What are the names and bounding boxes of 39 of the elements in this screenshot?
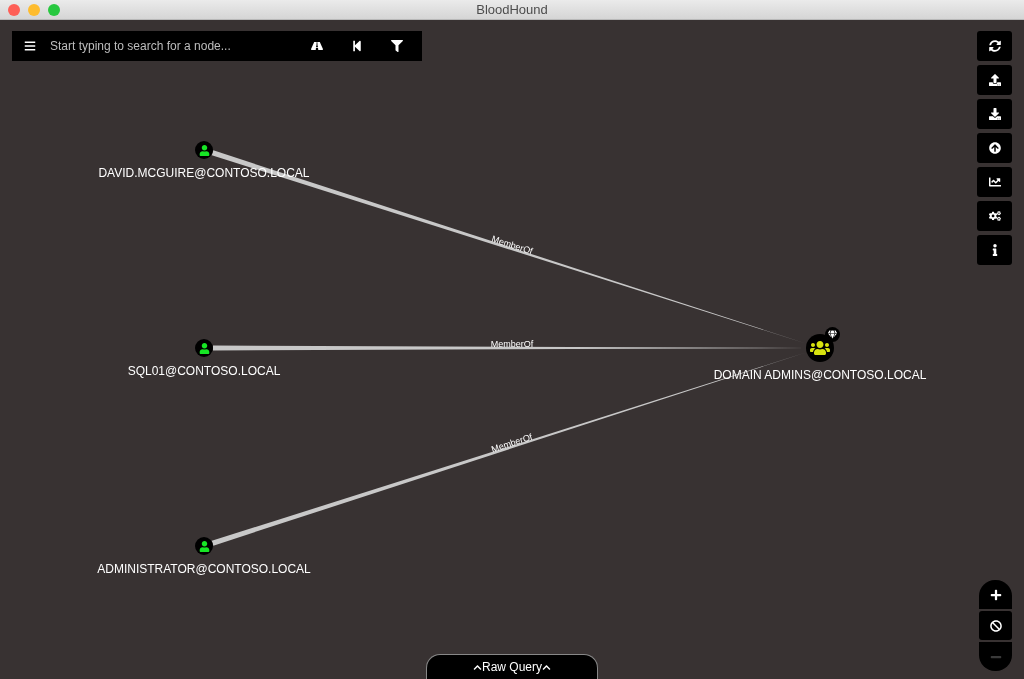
refresh-icon — [988, 40, 1001, 52]
road-icon[interactable] — [311, 40, 323, 52]
node-label: ADMINISTRATOR@CONTOSO.LOCAL — [97, 561, 311, 578]
node-label: SQL01@CONTOSO.LOCAL — [127, 363, 281, 380]
step-back-icon[interactable] — [351, 40, 363, 52]
settings-button[interactable] — [977, 201, 1012, 231]
download-icon — [988, 108, 1001, 120]
reset-zoom-button[interactable] — [979, 611, 1012, 640]
info-button[interactable] — [977, 235, 1012, 265]
user-node[interactable] — [195, 339, 213, 357]
user-icon — [198, 540, 210, 552]
node-label: DOMAIN ADMINS@CONTOSO.LOCAL — [713, 367, 927, 384]
window-title: BloodHound — [476, 0, 548, 19]
search-field[interactable]: Start typing to search for a node... — [50, 37, 290, 55]
menu-icon[interactable] — [24, 40, 36, 52]
reset-icon — [989, 619, 1002, 632]
user-node[interactable] — [195, 537, 213, 555]
import-button[interactable] — [977, 133, 1012, 163]
users-icon — [810, 338, 830, 358]
group-node[interactable] — [806, 334, 834, 362]
zoom-in-button[interactable] — [979, 580, 1012, 609]
upload-icon — [988, 74, 1001, 86]
caret-up-icon — [473, 662, 482, 672]
plus-icon — [989, 588, 1002, 601]
filter-icon[interactable] — [391, 40, 403, 52]
caret-up-icon — [542, 662, 551, 672]
user-icon — [198, 144, 210, 156]
raw-query-button[interactable]: Raw Query — [426, 654, 598, 679]
download-button[interactable] — [977, 99, 1012, 129]
search-bar[interactable]: Start typing to search for a node... — [12, 31, 422, 61]
upload-button[interactable] — [977, 65, 1012, 95]
arrow-circle-up-icon — [988, 142, 1001, 154]
user-node[interactable] — [195, 141, 213, 159]
edge-label: MemberOf — [490, 340, 534, 349]
user-icon — [198, 342, 210, 354]
refresh-button[interactable] — [977, 31, 1012, 61]
line-chart-icon — [988, 176, 1001, 188]
settings-icon — [988, 210, 1001, 222]
stats-button[interactable] — [977, 167, 1012, 197]
